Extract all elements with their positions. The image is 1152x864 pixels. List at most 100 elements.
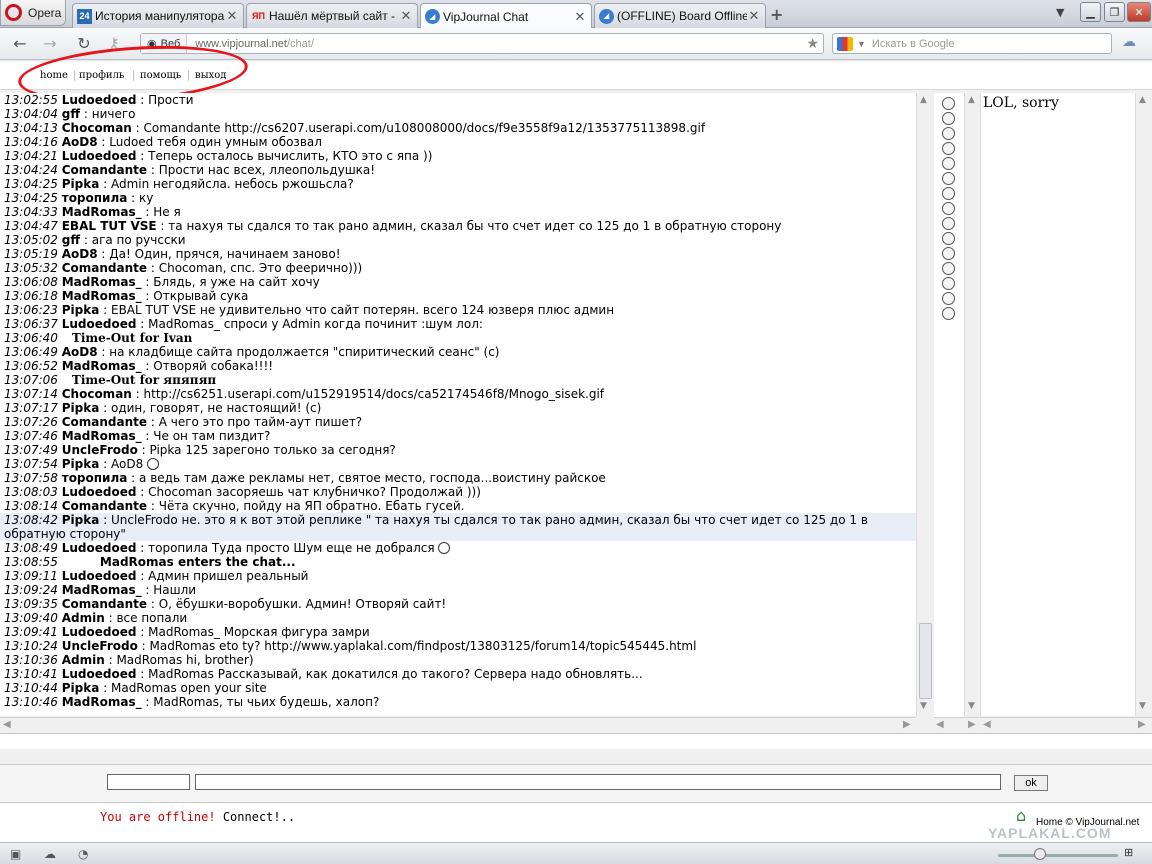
scroll-down-icon[interactable]: ▼ <box>920 701 927 711</box>
tab-close-icon[interactable]: ✕ <box>225 8 239 24</box>
scroll-right-icon[interactable]: ▶ <box>1138 719 1146 730</box>
connect-link[interactable]: Connect!.. <box>216 810 295 824</box>
message-user[interactable]: Pipka <box>62 513 100 527</box>
scroll-down-icon[interactable]: ▼ <box>1139 701 1146 711</box>
scroll-up-icon[interactable]: ▲ <box>920 95 927 105</box>
scroll-thumb[interactable] <box>919 623 932 699</box>
message-user[interactable]: MadRomas_ <box>62 205 142 219</box>
message-user[interactable]: Ludoedoed <box>62 149 137 163</box>
message-user[interactable]: Comandante <box>62 597 147 611</box>
smiley-hscroll[interactable]: ◀ ▶ <box>934 717 980 732</box>
message-user[interactable]: Admin <box>62 611 105 625</box>
zoom-icon[interactable]: ⊞ <box>1124 846 1133 859</box>
message-user[interactable]: торопила <box>62 191 128 205</box>
scroll-right-icon[interactable]: ▶ <box>903 719 911 730</box>
message-user[interactable]: MadRomas_ <box>62 289 142 303</box>
message-user[interactable]: UncleFrodo <box>62 443 138 457</box>
message-user[interactable]: MadRomas_ <box>62 275 142 289</box>
message-user[interactable]: EBAL TUT VSE <box>62 219 157 233</box>
message-user[interactable]: UncleFrodo <box>62 639 138 653</box>
maximize-button[interactable]: ❐ <box>1104 2 1125 22</box>
new-tab-button[interactable]: + <box>770 5 783 24</box>
message-user[interactable]: Ludoedoed <box>62 667 137 681</box>
message-user[interactable]: MadRomas_ <box>62 695 142 709</box>
scroll-down-icon[interactable]: ▼ <box>968 701 975 711</box>
message-user[interactable]: gff <box>62 233 80 247</box>
smiley-icon[interactable] <box>942 292 955 305</box>
scroll-up-icon[interactable]: ▲ <box>968 95 975 105</box>
message-user[interactable]: Ludoedoed <box>62 625 137 639</box>
send-ok-button[interactable]: ok <box>1014 775 1048 791</box>
tab-close-icon[interactable]: ✕ <box>399 8 413 24</box>
tab-yaplakal[interactable]: ЯП Нашёл мёртвый сайт - ... ✕ <box>246 3 418 28</box>
zoom-slider-knob[interactable] <box>1034 848 1046 860</box>
zoom-slider-track[interactable] <box>998 854 1118 857</box>
speed-dial-icon[interactable]: ◔ <box>78 847 88 861</box>
message-user[interactable]: Pipka <box>62 681 100 695</box>
smiley-icon[interactable] <box>942 277 955 290</box>
forward-icon[interactable]: → <box>40 34 60 54</box>
message-user[interactable]: Ludoedoed <box>62 541 137 555</box>
scroll-right-icon[interactable]: ▶ <box>968 719 976 730</box>
scroll-left-icon[interactable]: ◀ <box>983 719 991 730</box>
scroll-up-icon[interactable]: ▲ <box>1139 95 1146 105</box>
tab-board-offline[interactable]: ◢ (OFFLINE) Board Offline ... ✕ <box>594 3 766 28</box>
close-window-button[interactable]: ✕ <box>1127 2 1151 22</box>
message-user[interactable]: Comandante <box>62 163 147 177</box>
message-input[interactable] <box>195 774 1001 790</box>
search-engine-dropdown-icon[interactable]: ▼ <box>857 39 866 49</box>
message-user[interactable]: Pipka <box>62 177 100 191</box>
message-user[interactable]: gff <box>62 107 80 121</box>
tab-vipjournal-chat[interactable]: ◢ VipJournal Chat ✕ <box>420 3 592 29</box>
smiley-scrollbar[interactable]: ▲ ▼ <box>964 93 980 716</box>
message-user[interactable]: Pipka <box>62 457 100 471</box>
user-hscroll[interactable]: ◀ ▶ <box>980 717 1152 732</box>
smiley-icon[interactable] <box>942 247 955 260</box>
scroll-left-icon[interactable]: ◀ <box>3 719 11 730</box>
tab-list-button[interactable]: ▼ <box>1056 6 1064 19</box>
tab-close-icon[interactable]: ✕ <box>747 8 761 24</box>
smiley-icon[interactable] <box>942 172 955 185</box>
message-user[interactable]: Chocoman <box>62 121 132 135</box>
smiley-icon[interactable] <box>942 307 955 320</box>
message-user[interactable]: Ludoedoed <box>62 93 137 107</box>
smiley-icon[interactable] <box>942 187 955 200</box>
opera-menu-button[interactable]: Opera <box>0 0 66 26</box>
back-icon[interactable]: ← <box>10 34 30 54</box>
tab-history[interactable]: 24 История манипулятора ... ✕ <box>72 3 244 28</box>
message-user[interactable]: Ludoedoed <box>62 569 137 583</box>
message-user[interactable]: торопила <box>62 471 128 485</box>
chat-scrollbar[interactable]: ▲ ▼ <box>916 93 933 716</box>
tab-close-icon[interactable]: ✕ <box>573 9 587 25</box>
message-user[interactable]: MadRomas_ <box>62 429 142 443</box>
smiley-icon[interactable] <box>942 112 955 125</box>
message-user[interactable]: Comandante <box>62 261 147 275</box>
smiley-icon[interactable] <box>942 262 955 275</box>
smiley-icon[interactable] <box>942 217 955 230</box>
message-user[interactable]: AoD8 <box>62 345 98 359</box>
message-user[interactable]: Ludoedoed <box>62 317 137 331</box>
smiley-icon[interactable] <box>942 232 955 245</box>
chat-hscroll[interactable]: ◀ ▶ <box>0 717 916 732</box>
turbo-icon[interactable]: ☁ <box>44 847 56 861</box>
message-user[interactable]: Pipka <box>62 303 100 317</box>
message-user[interactable]: Ludoedoed <box>62 485 137 499</box>
smiley-icon[interactable] <box>942 142 955 155</box>
bookmark-star-icon[interactable]: ★ <box>806 35 819 52</box>
message-user[interactable]: AoD8 <box>62 247 98 261</box>
nick-input[interactable] <box>107 774 190 790</box>
message-user[interactable]: MadRomas_ <box>62 583 142 597</box>
scroll-left-icon[interactable]: ◀ <box>936 719 944 730</box>
message-user[interactable]: Pipka <box>62 401 100 415</box>
message-user[interactable]: Comandante <box>62 415 147 429</box>
smiley-icon[interactable] <box>942 127 955 140</box>
message-user[interactable]: AoD8 <box>62 135 98 149</box>
message-user[interactable]: Admin <box>62 653 105 667</box>
smiley-icon[interactable] <box>942 97 955 110</box>
unite-icon[interactable]: ☁ <box>1122 34 1144 54</box>
home-icon[interactable]: ⌂ <box>1016 806 1036 825</box>
message-user[interactable]: Comandante <box>62 499 147 513</box>
minimize-button[interactable]: ▁ <box>1080 2 1101 22</box>
smiley-icon[interactable] <box>942 157 955 170</box>
message-user[interactable]: MadRomas_ <box>62 359 142 373</box>
